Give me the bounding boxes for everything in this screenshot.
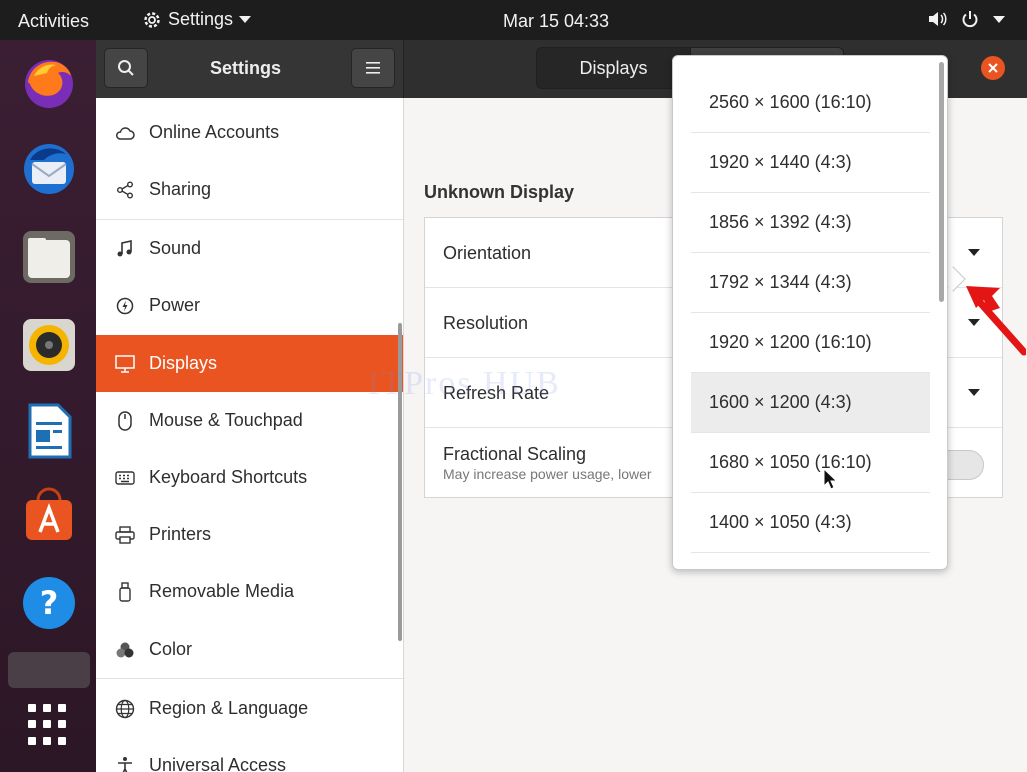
- keyboard-icon: [113, 470, 137, 485]
- sidebar-item-label: Removable Media: [149, 581, 295, 601]
- chevron-down-icon: [239, 16, 252, 23]
- chevron-down-icon: [993, 15, 1005, 23]
- sidebar-divider: [96, 678, 403, 679]
- menu-button[interactable]: [351, 48, 395, 88]
- chevron-down-icon: [968, 249, 980, 256]
- resolution-option[interactable]: 1920 × 1200 (16:10): [691, 313, 930, 373]
- accessibility-icon: [113, 756, 137, 772]
- printer-icon: [113, 525, 137, 544]
- resolution-option[interactable]: 1856 × 1392 (4:3): [691, 193, 930, 253]
- sidebar-item-sharing[interactable]: Sharing: [96, 161, 403, 218]
- sidebar-item-sound[interactable]: Sound: [96, 220, 403, 277]
- sidebar-item-label: Displays: [149, 353, 218, 373]
- sidebar-item-label: Region & Language: [149, 698, 309, 718]
- sidebar-item-displays[interactable]: Displays: [96, 335, 403, 392]
- sidebar-item-color[interactable]: Color: [96, 621, 403, 678]
- resolution-option[interactable]: 1680 × 1050 (16:10): [691, 433, 930, 493]
- orientation-label: Orientation: [443, 243, 532, 263]
- usb-icon: [113, 581, 137, 602]
- watermark: ITPros HUB: [368, 365, 561, 402]
- annotation-arrow-icon: [966, 286, 1026, 356]
- resolution-popover: 2560 × 1600 (16:10) 1920 × 1440 (4:3) 18…: [672, 55, 948, 570]
- sidebar-item-label: Keyboard Shortcuts: [149, 467, 308, 487]
- dock-running-app[interactable]: [8, 652, 90, 688]
- clock[interactable]: Mar 15 04:33: [503, 11, 609, 32]
- dock: ?: [0, 40, 96, 772]
- close-button[interactable]: [981, 56, 1005, 80]
- resolution-label: Resolution: [443, 313, 529, 333]
- sidebar-item-label: Online Accounts: [149, 122, 280, 142]
- popover-scrollbar[interactable]: [939, 62, 944, 302]
- software-icon[interactable]: [20, 486, 78, 544]
- top-bar: Activities Settings Mar 15 04:33: [0, 0, 1027, 40]
- show-applications-icon[interactable]: [28, 704, 70, 746]
- header-bar-sidebar: Settings: [96, 40, 404, 98]
- globe-icon: [113, 699, 137, 719]
- tab-displays[interactable]: Displays: [536, 47, 691, 89]
- share-icon: [113, 181, 137, 199]
- gear-icon: [144, 11, 160, 28]
- sidebar-item-universal-access[interactable]: Universal Access: [96, 737, 403, 772]
- fractional-scaling-label: Fractional Scaling: [443, 444, 587, 464]
- display-icon: [113, 354, 137, 373]
- resolution-option[interactable]: 1920 × 1440 (4:3): [691, 133, 930, 193]
- help-icon[interactable]: ?: [20, 574, 78, 632]
- hamburger-icon: [366, 62, 380, 74]
- close-icon: [988, 63, 998, 73]
- power-icon: [113, 297, 137, 315]
- sidebar-item-label: Printers: [149, 524, 212, 544]
- files-icon[interactable]: [20, 228, 78, 286]
- activities-button[interactable]: Activities: [18, 11, 89, 32]
- cloud-icon: [113, 126, 137, 140]
- display-name: Unknown Display: [424, 182, 575, 202]
- resolution-option[interactable]: 1792 × 1344 (4:3): [691, 253, 930, 313]
- color-icon: [113, 641, 137, 659]
- sidebar-item-label: Power: [149, 295, 201, 315]
- sidebar-item-label: Mouse & Touchpad: [149, 410, 303, 430]
- volume-icon: [929, 12, 947, 26]
- sidebar-item-printers[interactable]: Printers: [96, 506, 403, 563]
- search-button[interactable]: [104, 48, 148, 88]
- svg-text:?: ?: [40, 584, 59, 622]
- sidebar-item-region[interactable]: Region & Language: [96, 680, 403, 737]
- sidebar-item-label: Sharing: [149, 179, 212, 199]
- window-title: Settings: [210, 58, 282, 78]
- chevron-down-icon: [968, 389, 980, 396]
- resolution-option[interactable]: 1600 × 1200 (4:3): [691, 373, 930, 433]
- sidebar-item-label: Sound: [149, 238, 202, 258]
- music-note-icon: [113, 239, 137, 258]
- writer-icon[interactable]: [20, 402, 78, 460]
- mouse-icon: [113, 410, 137, 431]
- sidebar-item-keyboard[interactable]: Keyboard Shortcuts: [96, 449, 403, 506]
- resolution-option[interactable]: 2560 × 1600 (16:10): [691, 73, 930, 133]
- resolution-option[interactable]: 1400 × 1050 (4:3): [691, 493, 930, 553]
- thunderbird-icon[interactable]: [20, 140, 78, 198]
- mouse-cursor-icon: [823, 468, 837, 490]
- sidebar-item-mouse[interactable]: Mouse & Touchpad: [96, 392, 403, 449]
- system-tray[interactable]: [927, 10, 1005, 28]
- search-icon: [118, 60, 134, 76]
- sidebar-item-power[interactable]: Power: [96, 277, 403, 334]
- rhythmbox-icon[interactable]: [20, 316, 78, 374]
- sidebar-item-removable-media[interactable]: Removable Media: [96, 563, 403, 620]
- sidebar: Online Accounts Sharing Sound Power Disp…: [96, 98, 404, 772]
- power-icon: [962, 11, 978, 28]
- app-menu-label: Settings: [168, 9, 234, 29]
- sidebar-item-online-accounts[interactable]: Online Accounts: [96, 104, 403, 161]
- fractional-scaling-description: May increase power usage, lower: [443, 466, 652, 482]
- sidebar-item-label: Universal Access: [149, 755, 287, 772]
- sidebar-item-label: Color: [149, 639, 193, 659]
- app-menu[interactable]: Settings: [142, 9, 252, 30]
- firefox-icon[interactable]: [20, 54, 78, 112]
